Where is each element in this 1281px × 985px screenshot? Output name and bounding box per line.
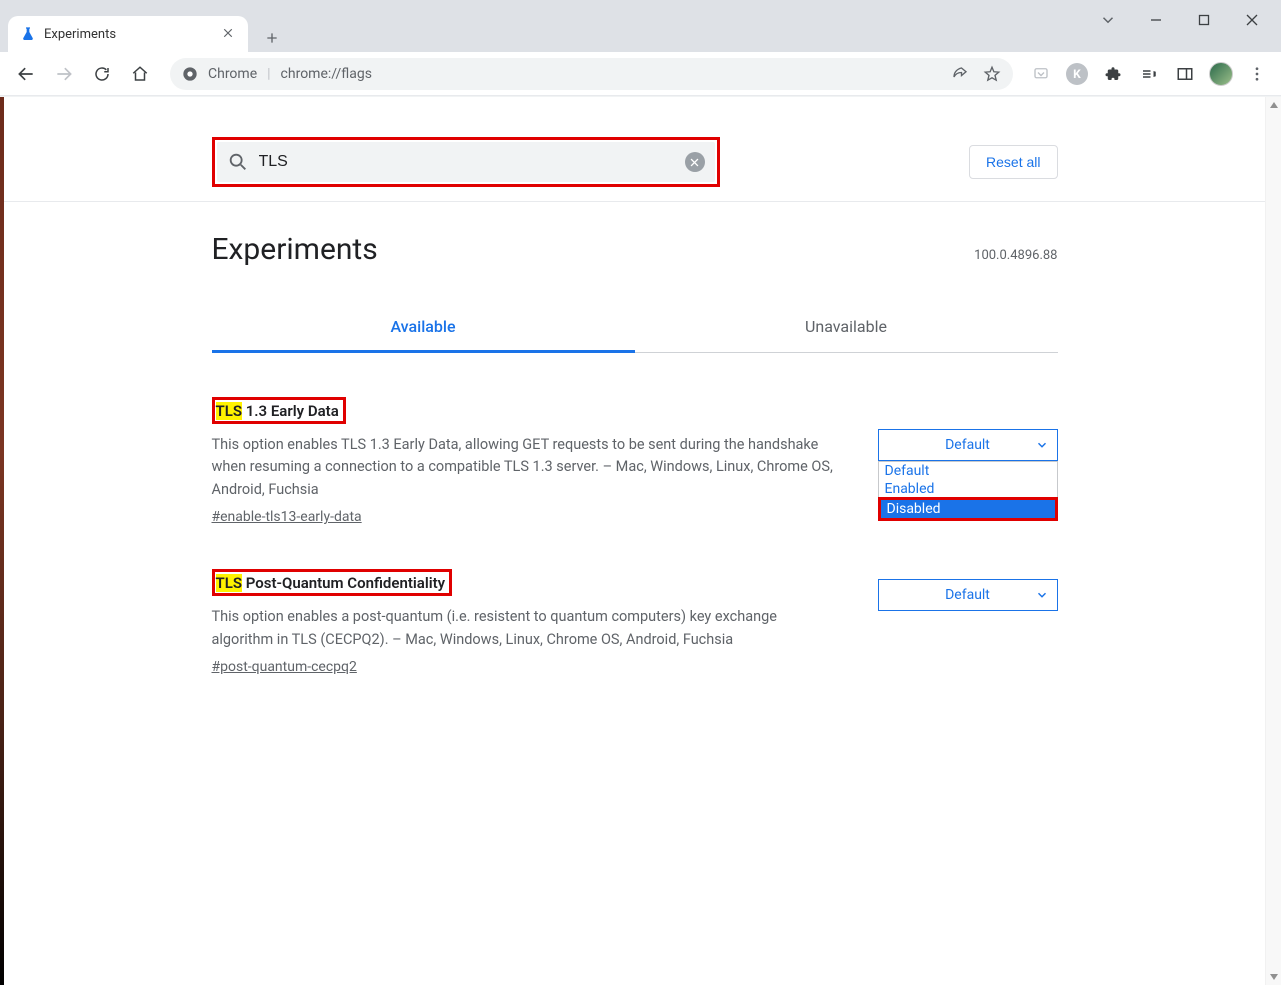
scroll-down-arrow-icon[interactable] (1266, 969, 1281, 985)
browser-tab-active[interactable]: Experiments (8, 16, 248, 52)
experiment-row: TLS Post-Quantum Confidentiality This op… (212, 569, 1058, 675)
tab-search-chevron-icon[interactable] (1085, 4, 1131, 36)
clear-search-icon[interactable] (685, 152, 705, 172)
experiment-hash-link[interactable]: #enable-tls13-early-data (212, 509, 362, 525)
experiment-title-highlight-box: TLS Post-Quantum Confidentiality (212, 569, 453, 596)
back-button[interactable] (10, 58, 42, 90)
experiment-state-select[interactable]: Default (878, 429, 1058, 461)
url-scheme-label: Chrome (208, 66, 257, 82)
experiment-state-dropdown: Default Enabled Disabled (878, 461, 1058, 521)
extensions-puzzle-icon[interactable] (1099, 60, 1127, 88)
dropdown-option-enabled[interactable]: Enabled (879, 480, 1057, 498)
experiment-row: TLS 1.3 Early Data This option enables T… (212, 397, 1058, 525)
content-area: Reset all Experiments 100.0.4896.88 Avai… (0, 96, 1281, 985)
extension-pocket-icon[interactable] (1027, 60, 1055, 88)
home-button[interactable] (124, 58, 156, 90)
window-titlebar: Experiments (0, 0, 1281, 52)
flags-search-box[interactable] (217, 142, 715, 182)
url-text: chrome://flags (281, 66, 372, 82)
new-tab-button[interactable] (258, 24, 286, 52)
reset-all-button[interactable]: Reset all (969, 145, 1057, 179)
tab-unavailable[interactable]: Unavailable (635, 303, 1058, 352)
window-minimize-button[interactable] (1133, 4, 1179, 36)
window-maximize-button[interactable] (1181, 4, 1227, 36)
menu-kebab-icon[interactable] (1243, 60, 1271, 88)
media-control-icon[interactable] (1135, 60, 1163, 88)
page-title: Experiments (212, 232, 378, 267)
search-highlight-box (212, 137, 720, 187)
flags-tabs: Available Unavailable (212, 303, 1058, 353)
dropdown-option-default[interactable]: Default (879, 462, 1057, 480)
url-separator: | (267, 66, 270, 82)
experiment-title: TLS Post-Quantum Confidentiality (216, 574, 446, 592)
chrome-version: 100.0.4896.88 (974, 248, 1057, 263)
window-controls (1085, 0, 1281, 40)
experiment-description: This option enables a post-quantum (i.e.… (212, 606, 838, 651)
window-close-button[interactable] (1229, 4, 1275, 36)
chevron-down-icon (1035, 438, 1049, 452)
chevron-down-icon (1035, 588, 1049, 602)
experiment-description: This option enables TLS 1.3 Early Data, … (212, 434, 838, 501)
vertical-scrollbar[interactable] (1265, 97, 1281, 985)
search-icon (227, 151, 249, 173)
flags-search-input[interactable] (259, 153, 675, 171)
toolbar-extension-icons: K (1027, 60, 1271, 88)
address-bar[interactable]: Chrome | chrome://flags (170, 58, 1013, 90)
forward-button[interactable] (48, 58, 80, 90)
browser-toolbar: Chrome | chrome://flags K (0, 52, 1281, 96)
share-icon[interactable] (951, 65, 969, 83)
scroll-up-arrow-icon[interactable] (1266, 97, 1281, 113)
side-panel-icon[interactable] (1171, 60, 1199, 88)
select-value: Default (945, 587, 990, 603)
select-value: Default (945, 437, 990, 453)
browser-tabs: Experiments (0, 0, 286, 52)
flags-page-scroll: Reset all Experiments 100.0.4896.88 Avai… (4, 97, 1265, 985)
experiment-state-select[interactable]: Default (878, 579, 1058, 611)
experiment-hash-link[interactable]: #post-quantum-cecpq2 (212, 659, 357, 675)
dropdown-option-disabled[interactable]: Disabled (878, 497, 1058, 521)
chrome-icon (182, 66, 198, 82)
experiment-title-highlight-box: TLS 1.3 Early Data (212, 397, 346, 424)
reload-button[interactable] (86, 58, 118, 90)
browser-tab-title: Experiments (44, 27, 214, 42)
tab-available[interactable]: Available (212, 303, 635, 353)
profile-avatar[interactable] (1207, 60, 1235, 88)
bookmark-star-icon[interactable] (983, 65, 1001, 83)
extension-k-badge[interactable]: K (1063, 60, 1091, 88)
flask-icon (20, 26, 36, 42)
flags-page: Reset all Experiments 100.0.4896.88 Avai… (4, 107, 1265, 675)
experiment-title: TLS 1.3 Early Data (216, 402, 339, 420)
close-tab-icon[interactable] (222, 27, 236, 41)
